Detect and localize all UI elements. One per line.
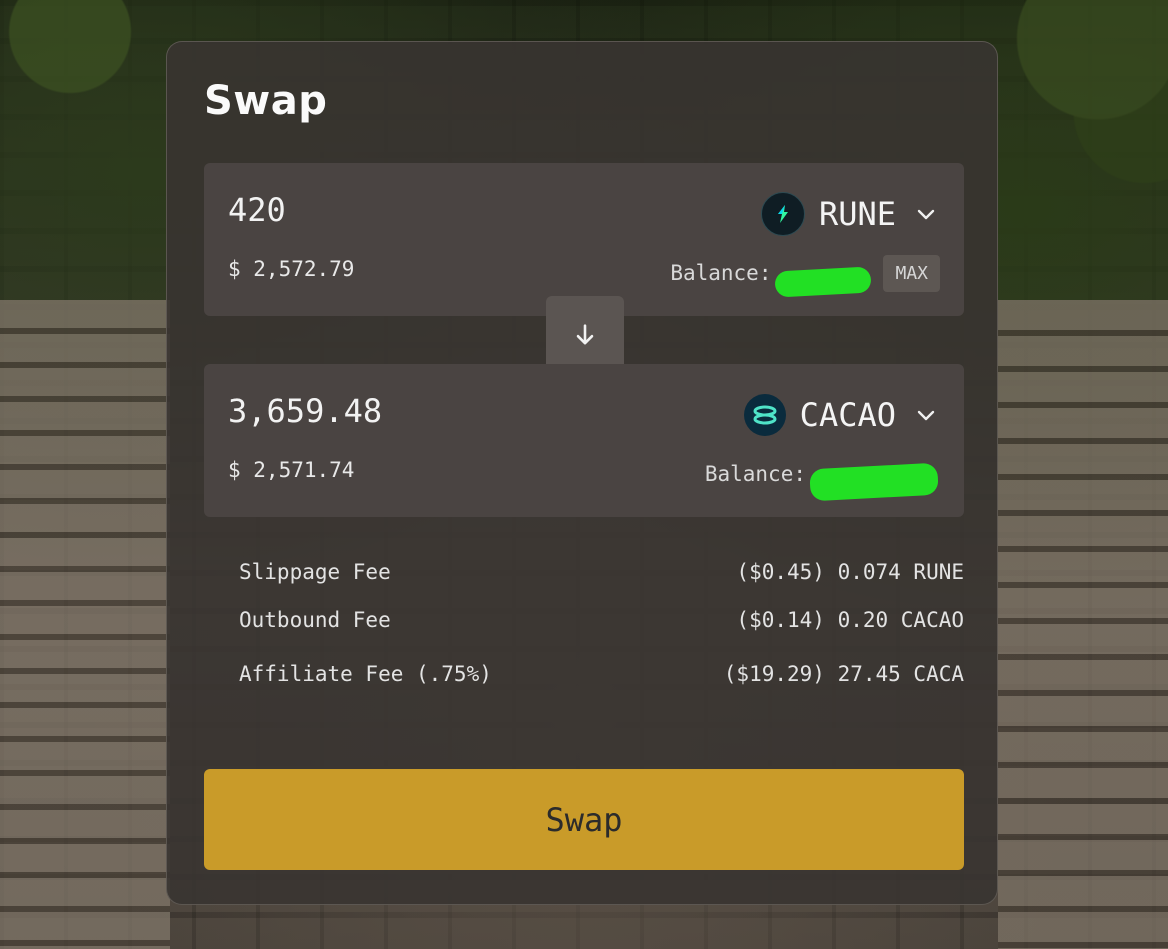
from-panel: $ 2,572.79 RUNE Balance: MAX (204, 163, 964, 316)
from-balance-row: Balance: MAX (670, 253, 940, 298)
from-usd-value: $ 2,572.79 (228, 257, 355, 281)
to-balance-label: Balance: (704, 462, 806, 486)
to-balance-row: Balance: (704, 454, 940, 502)
from-balance-label: Balance: (670, 261, 772, 285)
to-token-name: CACAO (799, 396, 896, 434)
background-roof-left (0, 300, 170, 949)
swap-submit-button[interactable]: Swap (204, 769, 964, 870)
swap-card: Swap $ 2,572.79 RUNE Balance: MAX (166, 41, 998, 905)
fee-value: ($0.45) 0.074 RUNE (736, 560, 964, 584)
fee-row: Outbound Fee ($0.14) 0.20 CACAO (239, 608, 964, 632)
fee-row: Affiliate Fee (.75%) ($19.29) 27.45 CACA (239, 662, 964, 686)
flip-direction-button[interactable] (546, 296, 624, 374)
fee-value: ($0.14) 0.20 CACAO (736, 608, 964, 632)
cacao-token-icon (743, 394, 786, 436)
fee-value: ($19.29) 27.45 CACA (723, 662, 964, 686)
fee-row: Slippage Fee ($0.45) 0.074 RUNE (239, 560, 964, 584)
arrow-down-icon (576, 324, 594, 345)
fee-label: Outbound Fee (239, 608, 391, 632)
rune-token-icon (760, 192, 805, 236)
to-panel: $ 2,571.74 CACAO Balance: (204, 364, 964, 517)
chevron-down-icon (917, 209, 935, 220)
redaction-mark (809, 462, 939, 502)
to-usd-value: $ 2,571.74 (228, 458, 355, 482)
to-token-selector[interactable]: CACAO (743, 392, 938, 438)
swap-title: Swap (204, 78, 328, 124)
from-amount-input[interactable] (228, 191, 648, 229)
to-amount-input[interactable] (228, 392, 648, 430)
from-token-name: RUNE (818, 195, 896, 233)
max-button[interactable]: MAX (883, 254, 940, 292)
redaction-mark (774, 266, 873, 298)
fee-label: Slippage Fee (239, 560, 391, 584)
fee-summary: Slippage Fee ($0.45) 0.074 RUNE Outbound… (239, 560, 964, 686)
chevron-down-icon (917, 410, 935, 421)
background-roof-right (998, 300, 1168, 949)
fee-label: Affiliate Fee (.75%) (239, 662, 492, 686)
from-token-selector[interactable]: RUNE (760, 191, 938, 237)
